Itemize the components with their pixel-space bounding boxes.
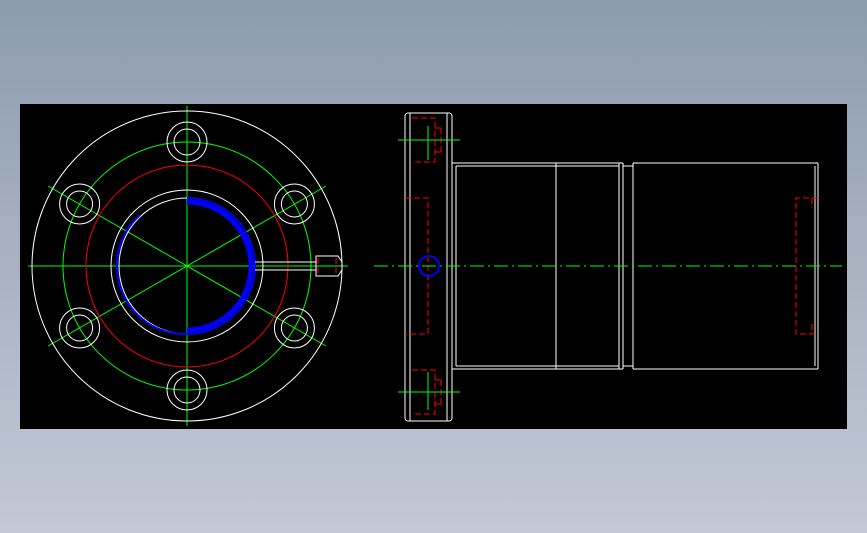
cad-drawing-stage [0, 0, 867, 533]
cad-drawing-canvas [20, 104, 847, 429]
